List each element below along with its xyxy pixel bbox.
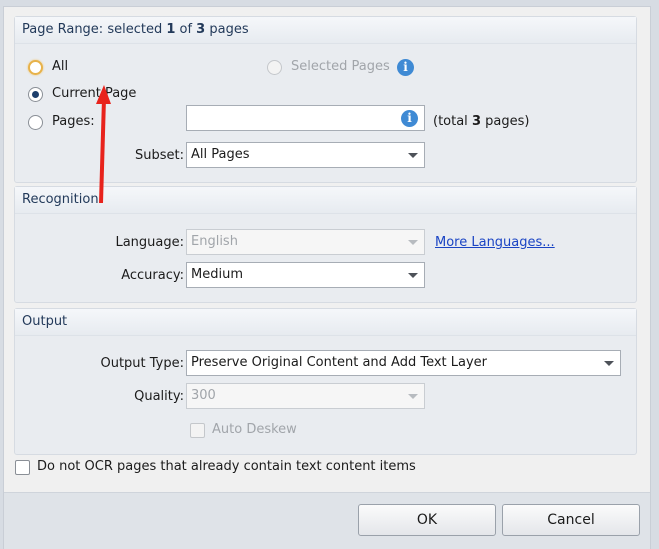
- cancel-button[interactable]: Cancel: [502, 504, 640, 536]
- accuracy-select-value: Medium: [191, 267, 243, 282]
- selected-pages-info-icon[interactable]: i: [397, 59, 414, 76]
- subset-select-value: All Pages: [191, 147, 250, 162]
- total-count: 3: [196, 22, 206, 37]
- language-chevron-down-icon: [408, 240, 418, 245]
- dialog-footer: OK Cancel: [4, 492, 650, 549]
- language-label: Language:: [115, 235, 184, 250]
- ok-button[interactable]: OK: [358, 504, 496, 536]
- subset-chevron-down-icon: [408, 153, 418, 158]
- output-header: Output: [15, 309, 636, 336]
- subset-label: Subset:: [135, 148, 184, 163]
- output-type-select[interactable]: Preserve Original Content and Add Text L…: [186, 350, 621, 376]
- output-type-select-value: Preserve Original Content and Add Text L…: [191, 355, 488, 370]
- subset-select[interactable]: All Pages: [186, 142, 425, 168]
- accuracy-label: Accuracy:: [121, 268, 184, 283]
- radio-all-label[interactable]: All: [52, 59, 68, 74]
- radio-pages[interactable]: [28, 115, 43, 130]
- page-range-section: Page Range: selected 1 of 3 pages All Se…: [14, 16, 637, 183]
- total-pages-text: (total 3 pages): [433, 114, 530, 129]
- radio-all[interactable]: [28, 60, 43, 75]
- page-range-header: Page Range: selected 1 of 3 pages: [15, 17, 636, 44]
- accuracy-chevron-down-icon: [408, 273, 418, 278]
- output-type-label: Output Type:: [100, 356, 184, 371]
- quality-select[interactable]: 300: [186, 383, 425, 409]
- skip-text-pages-checkbox[interactable]: [15, 460, 30, 475]
- radio-selected-pages-label[interactable]: Selected Pages: [291, 59, 390, 74]
- quality-label: Quality:: [134, 389, 184, 404]
- more-languages-link[interactable]: More Languages...: [435, 235, 555, 250]
- recognition-section: Recognition Language: English More Langu…: [14, 186, 637, 303]
- output-section: Output Output Type: Preserve Original Co…: [14, 308, 637, 455]
- radio-selected-pages[interactable]: [267, 60, 282, 75]
- quality-chevron-down-icon: [408, 394, 418, 399]
- output-type-chevron-down-icon: [604, 361, 614, 366]
- quality-select-value: 300: [191, 388, 216, 403]
- radio-current-page-label[interactable]: Current Page: [52, 86, 136, 101]
- pages-info-icon[interactable]: i: [401, 110, 418, 127]
- radio-pages-label[interactable]: Pages:: [52, 114, 95, 129]
- pages-input[interactable]: [186, 105, 425, 131]
- radio-current-page[interactable]: [28, 87, 43, 102]
- recognition-header: Recognition: [15, 187, 636, 214]
- language-select[interactable]: English: [186, 229, 425, 255]
- accuracy-select[interactable]: Medium: [186, 262, 425, 288]
- ocr-dialog: Page Range: selected 1 of 3 pages All Se…: [3, 6, 651, 549]
- skip-text-pages-label[interactable]: Do not OCR pages that already contain te…: [37, 459, 416, 474]
- auto-deskew-checkbox[interactable]: [190, 423, 205, 438]
- language-select-value: English: [191, 234, 238, 249]
- auto-deskew-label[interactable]: Auto Deskew: [212, 422, 297, 437]
